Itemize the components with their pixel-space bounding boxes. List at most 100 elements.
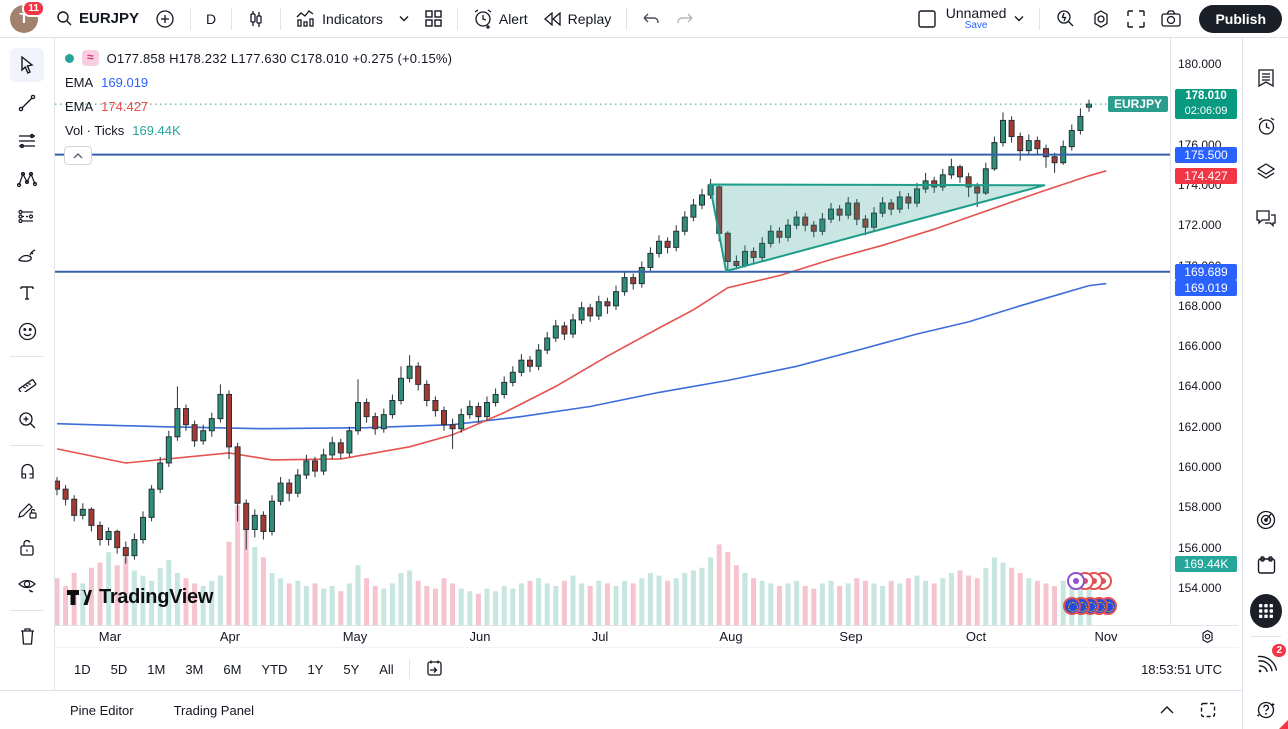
tool-emoji[interactable] bbox=[10, 314, 44, 348]
redo-button[interactable] bbox=[668, 8, 702, 30]
candle-down bbox=[1052, 157, 1057, 163]
approx-data-badge: ≈ bbox=[82, 50, 99, 66]
data-feed-status-button[interactable]: 2 bbox=[1250, 648, 1282, 680]
object-tree-button[interactable] bbox=[1250, 155, 1282, 187]
grid-layout-button[interactable] bbox=[417, 6, 450, 31]
ema-red-legend-row[interactable]: EMA 174.427 bbox=[65, 94, 452, 118]
candle-up bbox=[1001, 120, 1006, 142]
trash-icon bbox=[19, 627, 36, 645]
user-avatar[interactable]: T 11 bbox=[10, 5, 38, 33]
ema-blue-price-label[interactable]: 169.019 bbox=[1175, 280, 1237, 296]
volume-bar bbox=[485, 589, 490, 625]
axis-settings-gear-icon[interactable] bbox=[1200, 629, 1215, 649]
layout-name-button[interactable]: Unnamed Save bbox=[946, 6, 1007, 31]
save-link[interactable]: Save bbox=[965, 21, 988, 32]
range-button-5d[interactable]: 5D bbox=[104, 658, 135, 681]
volume-bar bbox=[665, 581, 670, 625]
time-axis[interactable]: MarAprMayJunJulAugSepOctNov bbox=[55, 625, 1238, 647]
tool-forecast[interactable] bbox=[10, 200, 44, 234]
alert-button[interactable]: Alert bbox=[465, 5, 536, 33]
volume-bar bbox=[897, 583, 902, 625]
clock-utc[interactable]: 18:53:51 UTC bbox=[1141, 662, 1226, 677]
symbol-price-tag[interactable]: EURJPY bbox=[1108, 96, 1168, 112]
candle-down bbox=[373, 417, 378, 429]
tool-brush[interactable] bbox=[10, 238, 44, 272]
volume-price-label[interactable]: 169.44K bbox=[1175, 556, 1237, 572]
replay-button[interactable]: Replay bbox=[536, 7, 620, 31]
tool-remove-objects[interactable] bbox=[10, 619, 44, 653]
panel-maximize-icon[interactable] bbox=[1200, 702, 1216, 718]
apps-launcher-button[interactable] bbox=[1250, 595, 1282, 627]
volume-bar bbox=[923, 581, 928, 625]
settings-button[interactable] bbox=[1083, 5, 1119, 33]
tool-hide-all-drawings[interactable] bbox=[10, 568, 44, 602]
tool-drawing-mode-lock[interactable] bbox=[10, 492, 44, 526]
chart-style-button[interactable] bbox=[239, 6, 273, 32]
tool-zoom-in[interactable] bbox=[10, 403, 44, 437]
tool-text[interactable] bbox=[10, 276, 44, 310]
replay-icon bbox=[544, 12, 562, 26]
range-button-all[interactable]: All bbox=[372, 658, 400, 681]
tool-cursor[interactable] bbox=[10, 48, 44, 82]
chart-pane[interactable]: ≈ O177.858 H178.232 L177.630 C178.010 +0… bbox=[55, 38, 1238, 625]
calendar-button[interactable] bbox=[1250, 549, 1282, 581]
symbol-legend-row[interactable]: ≈ O177.858 H178.232 L177.630 C178.010 +0… bbox=[65, 46, 452, 70]
undo-button[interactable] bbox=[634, 8, 668, 30]
tool-fib-retracement[interactable] bbox=[10, 124, 44, 158]
compare-add-symbol-button[interactable] bbox=[147, 5, 183, 33]
watchlist-button[interactable] bbox=[1250, 62, 1282, 94]
layout-menu-chevron[interactable] bbox=[1006, 11, 1032, 26]
candle-up bbox=[691, 205, 696, 217]
range-button-6m[interactable]: 6M bbox=[216, 658, 248, 681]
volume-bar bbox=[648, 573, 653, 625]
undo-icon bbox=[642, 12, 660, 26]
tool-xabcd-pattern[interactable] bbox=[10, 162, 44, 196]
volume-label: Vol · Ticks bbox=[65, 123, 124, 138]
tool-lock-all-drawings[interactable] bbox=[10, 530, 44, 564]
corner-notification[interactable] bbox=[1279, 720, 1288, 729]
level-price-label[interactable]: 169.689 bbox=[1175, 264, 1237, 280]
range-button-1m[interactable]: 1M bbox=[140, 658, 172, 681]
panel-collapse-chevron-icon[interactable] bbox=[1160, 702, 1174, 718]
tool-ruler[interactable] bbox=[10, 365, 44, 399]
indicators-button[interactable]: Indicators bbox=[288, 6, 391, 32]
volume-value: 169.44K bbox=[132, 123, 180, 138]
chat-button[interactable] bbox=[1250, 202, 1282, 234]
ema-blue-legend-row[interactable]: EMA 169.019 bbox=[65, 70, 452, 94]
save-layout-button[interactable] bbox=[908, 4, 946, 34]
range-button-3m[interactable]: 3M bbox=[178, 658, 210, 681]
help-button[interactable] bbox=[1250, 694, 1282, 726]
volume-legend-row[interactable]: Vol · Ticks 169.44K bbox=[65, 118, 452, 142]
pine-editor-tab[interactable]: Pine Editor bbox=[70, 703, 134, 718]
candle-down bbox=[261, 515, 266, 531]
price-axis[interactable]: 180.000176.000174.000172.000170.000168.0… bbox=[1170, 38, 1238, 625]
quick-search-button[interactable] bbox=[1047, 5, 1083, 33]
top-toolbar: T 11 EURJPY D Indic bbox=[0, 0, 1288, 38]
level-price-label[interactable]: 175.500 bbox=[1175, 147, 1237, 163]
trading-panel-tab[interactable]: Trading Panel bbox=[174, 703, 254, 718]
volume-bar bbox=[777, 586, 782, 625]
candle-up bbox=[158, 463, 163, 489]
candle-down bbox=[98, 525, 103, 539]
volume-bar bbox=[725, 552, 730, 625]
publish-button[interactable]: Publish bbox=[1199, 5, 1282, 33]
snapshot-button[interactable] bbox=[1153, 6, 1189, 32]
last-price-label[interactable]: 178.01002:06:09 bbox=[1175, 89, 1237, 119]
range-button-ytd[interactable]: YTD bbox=[254, 658, 294, 681]
volume-bar bbox=[1001, 563, 1006, 625]
candle-up bbox=[132, 540, 137, 556]
hotlists-button[interactable] bbox=[1250, 504, 1282, 536]
fullscreen-button[interactable] bbox=[1119, 6, 1153, 32]
interval-button[interactable]: D bbox=[198, 7, 224, 31]
symbol-search-button[interactable]: EURJPY bbox=[48, 6, 147, 31]
range-button-1y[interactable]: 1Y bbox=[300, 658, 330, 681]
go-to-date-button[interactable] bbox=[418, 655, 450, 684]
alerts-panel-button[interactable] bbox=[1250, 110, 1282, 142]
ema-red-price-label[interactable]: 174.427 bbox=[1175, 168, 1237, 184]
tool-magnet[interactable] bbox=[10, 454, 44, 488]
indicator-templates-chevron[interactable] bbox=[391, 11, 417, 26]
range-button-1d[interactable]: 1D bbox=[67, 658, 98, 681]
tool-trend-line[interactable] bbox=[10, 86, 44, 120]
legend-collapse-button[interactable] bbox=[64, 146, 92, 165]
range-button-5y[interactable]: 5Y bbox=[336, 658, 366, 681]
